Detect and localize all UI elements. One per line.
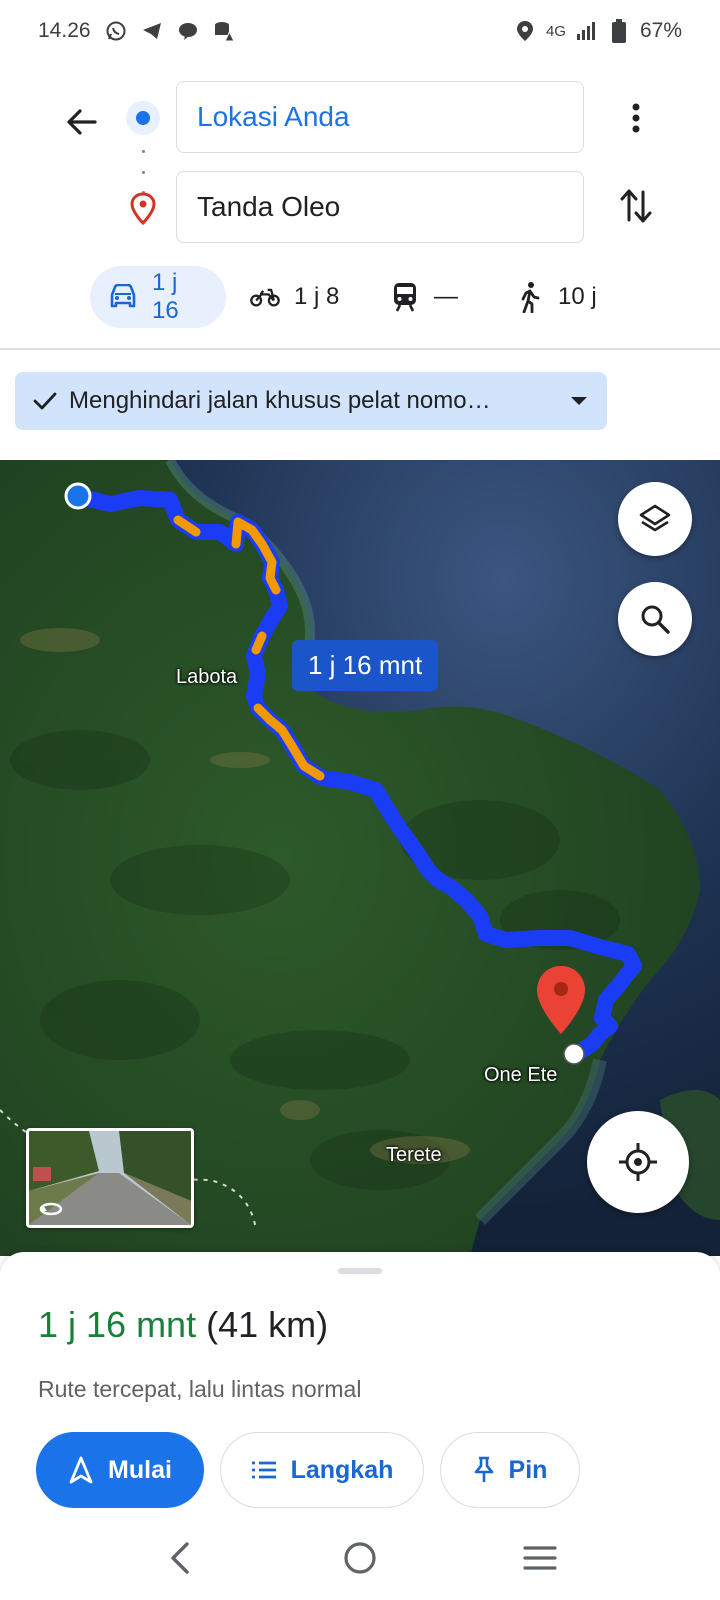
mode-car-label: 1 j 16 (152, 269, 179, 324)
more-vert-icon (632, 103, 640, 133)
layers-button[interactable] (618, 482, 692, 556)
line-icon (177, 20, 199, 42)
start-label: Mulai (108, 1455, 172, 1484)
place-label-labota: Labota (176, 666, 238, 688)
my-location-icon (619, 1143, 657, 1181)
home-circle-icon (344, 1542, 376, 1574)
route-summary-sheet[interactable]: 1 j 16 mnt (41 km) Rute tercepat, lalu l… (0, 1252, 720, 1516)
navigation-icon (69, 1456, 93, 1484)
location-icon (514, 20, 536, 42)
mode-car[interactable]: 1 j 16 (90, 266, 226, 328)
route-options-chip[interactable]: Menghindari jalan khusus pelat nomo… (15, 372, 607, 430)
swap-button[interactable] (612, 182, 660, 230)
map-search-button[interactable] (618, 582, 692, 656)
route-actions: Mulai Langkah Pin (36, 1432, 580, 1508)
route-description: Rute tercepat, lalu lintas normal (38, 1376, 362, 1402)
route-eta-bubble[interactable]: 1 j 16 mnt (292, 640, 439, 691)
search-icon (641, 605, 670, 634)
mode-transit-label: — (434, 283, 458, 310)
chevron-left-icon (171, 1542, 189, 1574)
system-nav-bar (0, 1516, 720, 1600)
route-origin-marker (64, 482, 92, 510)
network-type: 4G (545, 22, 566, 40)
motorcycle-icon (250, 282, 280, 312)
pin-label: Pin (508, 1455, 548, 1484)
pin-button[interactable]: Pin (440, 1432, 580, 1508)
steps-button[interactable]: Langkah (220, 1432, 424, 1508)
swap-vert-icon (620, 189, 652, 223)
mode-transit[interactable]: — (372, 266, 484, 328)
route-options-label: Menghindari jalan khusus pelat nomo… (69, 387, 491, 414)
signal-icon (576, 20, 598, 42)
data-saver-icon (213, 20, 235, 42)
status-time: 14.26 (38, 19, 91, 42)
directions-header: Lokasi Anda Tanda Oleo 1 j 16 1 j 8 — 10… (0, 62, 720, 354)
menu-icon (523, 1546, 557, 1570)
more-options-button[interactable] (612, 94, 660, 142)
telegram-icon (141, 20, 163, 42)
sheet-drag-handle[interactable] (338, 1268, 382, 1274)
back-button[interactable] (58, 98, 106, 146)
route-duration: 1 j 16 mnt (38, 1304, 197, 1345)
place-label-one-ete: One Ete (484, 1064, 558, 1086)
place-label-terete: Terete (386, 1144, 442, 1166)
list-icon (251, 1461, 276, 1479)
battery-icon (608, 19, 630, 43)
header-divider (0, 348, 720, 350)
whatsapp-icon (105, 20, 127, 42)
layers-icon (639, 504, 671, 532)
system-back-button[interactable] (150, 1528, 210, 1588)
arrow-left-icon (67, 109, 97, 135)
pin-icon (474, 1456, 493, 1482)
route-distance: (41 km) (206, 1304, 329, 1345)
mode-motorcycle-label: 1 j 8 (294, 283, 340, 310)
mode-motorcycle[interactable]: 1 j 8 (232, 266, 360, 328)
map-view[interactable]: Labota One Ete Terete 1 j 16 mnt (0, 460, 720, 1256)
check-icon (33, 392, 57, 410)
status-bar: 14.26 4G 67% (0, 0, 720, 62)
route-end-marker (563, 1043, 585, 1065)
street-view-image (29, 1131, 191, 1225)
street-view-thumbnail[interactable] (26, 1128, 194, 1228)
battery-percent: 67% (639, 19, 682, 42)
travel-modes: 1 j 16 1 j 8 — 10 j (90, 266, 650, 328)
train-icon (390, 282, 420, 312)
mode-walk-label: 10 j (558, 283, 597, 310)
walk-icon (514, 282, 544, 313)
system-recents-button[interactable] (510, 1528, 570, 1588)
steps-label: Langkah (290, 1455, 394, 1484)
mode-walk[interactable]: 10 j (496, 266, 616, 328)
system-home-button[interactable] (330, 1528, 390, 1588)
destination-pin-icon (128, 192, 158, 226)
route-summary: 1 j 16 mnt (41 km) (38, 1304, 328, 1346)
my-location-button[interactable] (587, 1111, 689, 1213)
route-connector-icon (142, 150, 145, 194)
car-icon (108, 282, 138, 312)
destination-input[interactable]: Tanda Oleo (176, 171, 584, 243)
origin-dot-icon (126, 101, 160, 135)
start-button[interactable]: Mulai (36, 1432, 204, 1508)
origin-input[interactable]: Lokasi Anda (176, 81, 584, 153)
dropdown-arrow-icon (571, 397, 587, 405)
